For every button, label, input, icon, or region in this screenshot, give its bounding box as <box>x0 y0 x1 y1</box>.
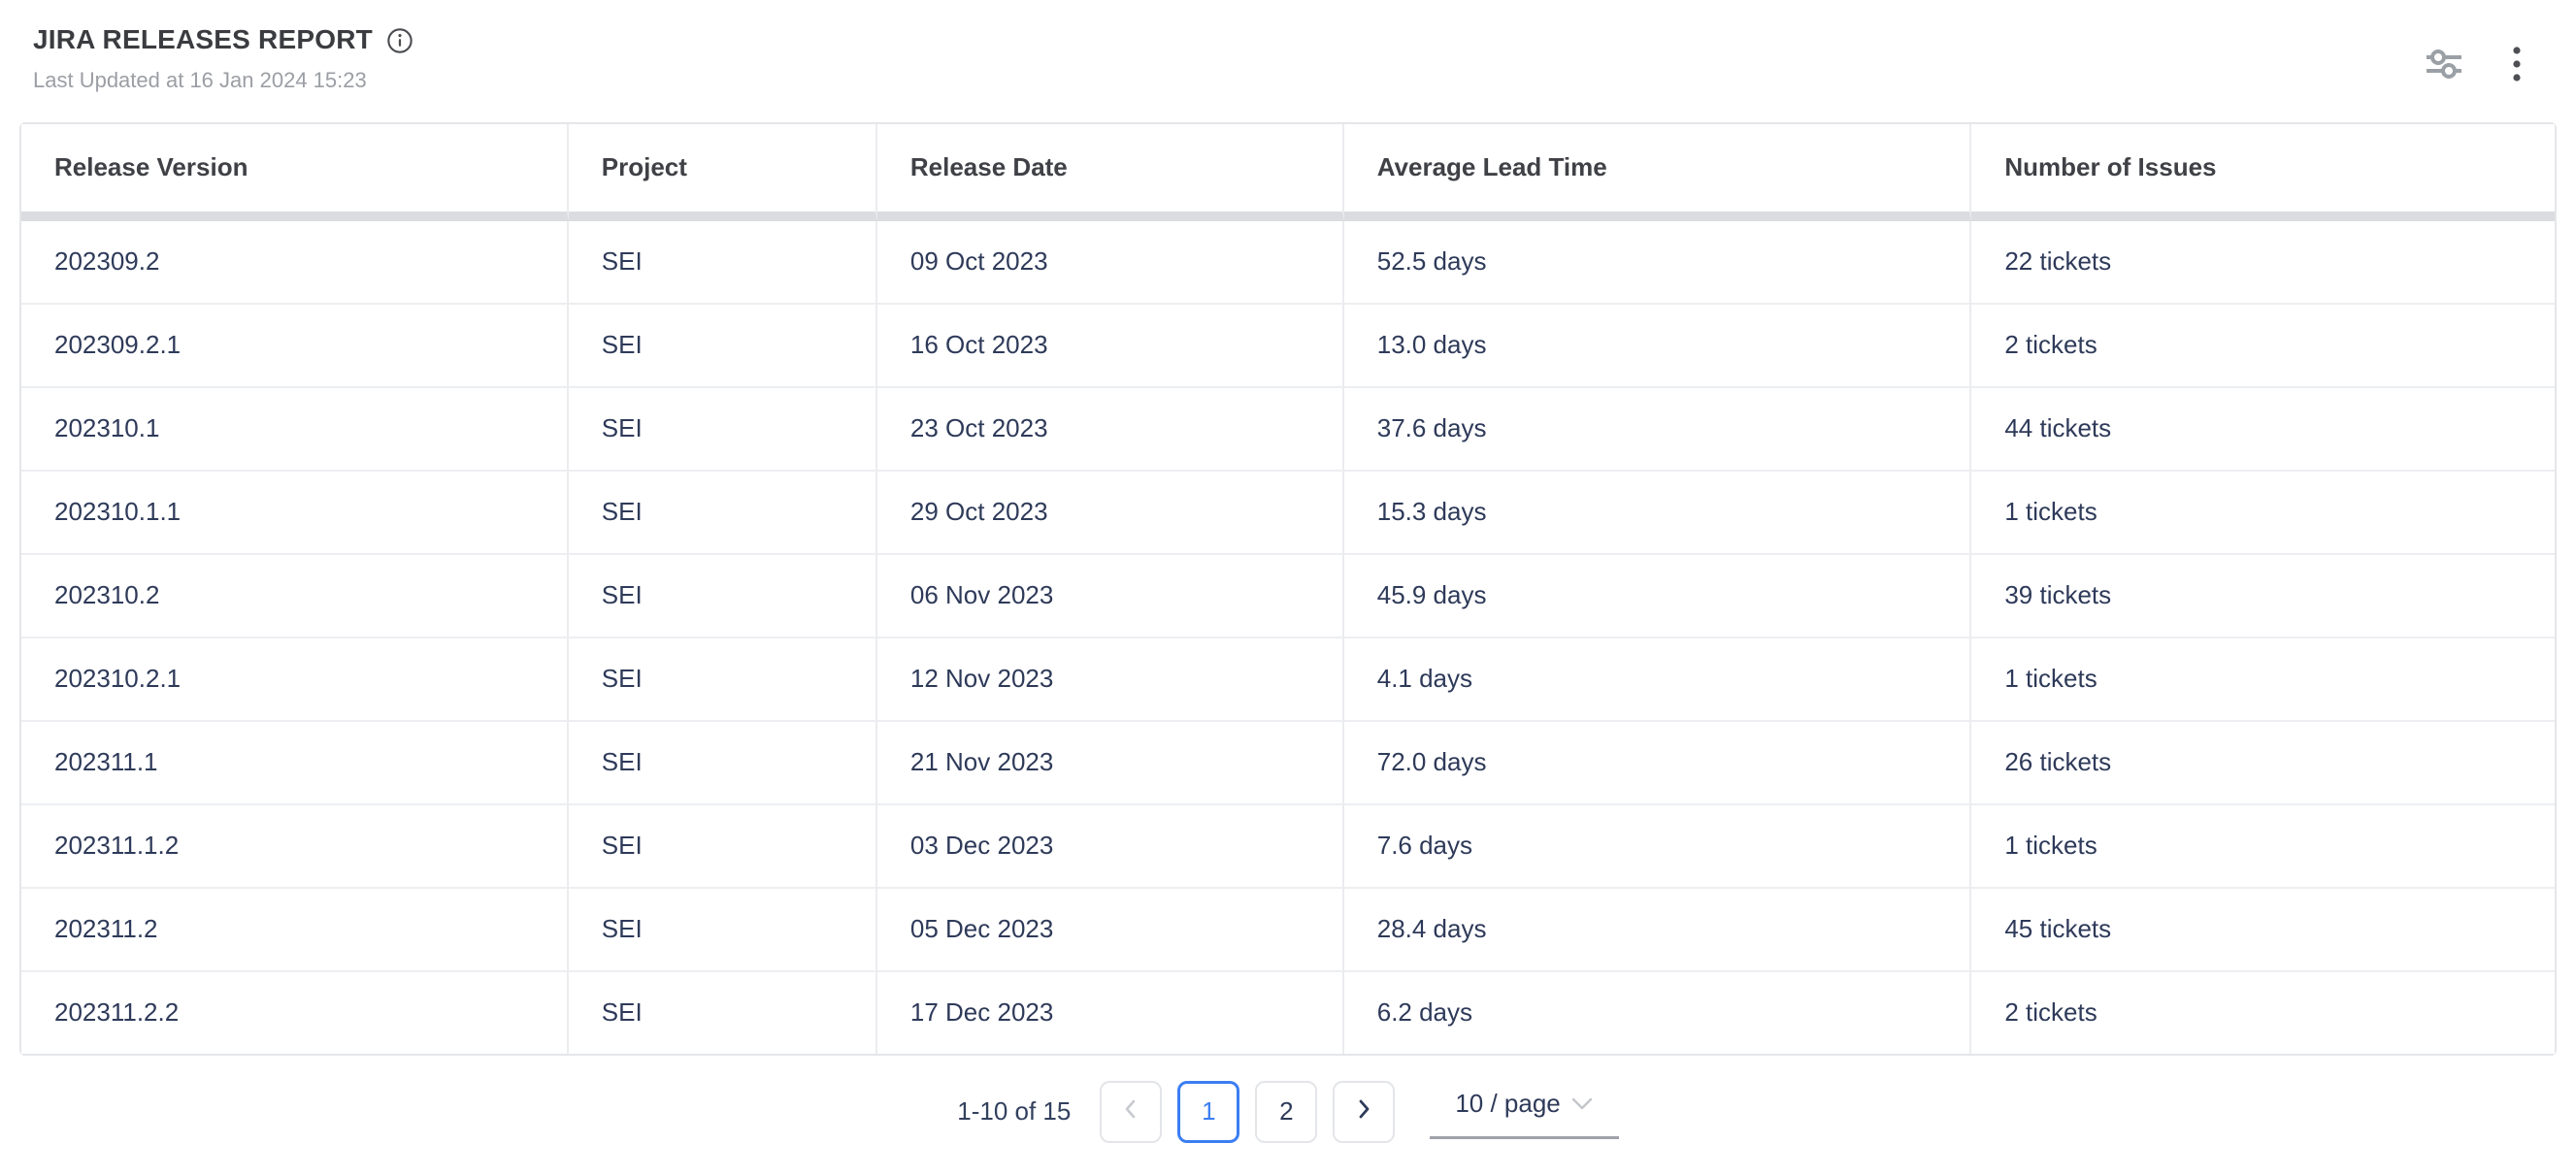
table-cell-number-of-issues: 2 tickets <box>1971 305 2555 388</box>
table-row: 202309.2.1SEI16 Oct 202313.0 days2 ticke… <box>21 305 2555 388</box>
table-cell-release-date: 12 Nov 2023 <box>877 638 1344 722</box>
table-cell-release-date: 09 Oct 2023 <box>877 221 1344 305</box>
table-cell-release-date: 23 Oct 2023 <box>877 388 1344 472</box>
table-cell-release-date: 21 Nov 2023 <box>877 722 1344 805</box>
pagination: 1-10 of 15 1 2 10 / page <box>0 1081 2576 1143</box>
table-cell-release-date: 06 Nov 2023 <box>877 555 1344 638</box>
table-cell-project: SEI <box>569 889 877 972</box>
table-cell-release-version: 202311.2.2 <box>21 972 569 1054</box>
table-cell-average-lead-time: 13.0 days <box>1344 305 1972 388</box>
table-cell-number-of-issues: 1 tickets <box>1971 638 2555 722</box>
kebab-menu-button[interactable] <box>2512 45 2522 86</box>
column-header-number-of-issues: Number of Issues <box>1971 124 2555 221</box>
table-cell-average-lead-time: 15.3 days <box>1344 472 1972 555</box>
column-header-project: Project <box>569 124 877 221</box>
column-header-average-lead-time: Average Lead Time <box>1344 124 1972 221</box>
last-updated-text: Last Updated at 16 Jan 2024 15:23 <box>33 68 2537 93</box>
table-cell-project: SEI <box>569 555 877 638</box>
table-cell-release-date: 16 Oct 2023 <box>877 305 1344 388</box>
page-size-select[interactable]: 10 / page <box>1430 1085 1618 1139</box>
table-cell-release-date: 03 Dec 2023 <box>877 805 1344 889</box>
table-cell-number-of-issues: 45 tickets <box>1971 889 2555 972</box>
table-cell-release-version: 202309.2 <box>21 221 569 305</box>
chevron-down-icon <box>1570 1089 1594 1119</box>
table-cell-project: SEI <box>569 972 877 1054</box>
table-row: 202311.1.2SEI03 Dec 20237.6 days1 ticket… <box>21 805 2555 889</box>
widget-actions <box>2425 45 2522 86</box>
chevron-left-icon <box>1120 1096 1141 1127</box>
table-cell-release-version: 202311.1.2 <box>21 805 569 889</box>
table-cell-release-version: 202311.2 <box>21 889 569 972</box>
table-cell-project: SEI <box>569 221 877 305</box>
table-cell-number-of-issues: 22 tickets <box>1971 221 2555 305</box>
table-row: 202310.1.1SEI29 Oct 202315.3 days1 ticke… <box>21 472 2555 555</box>
table-cell-average-lead-time: 52.5 days <box>1344 221 1972 305</box>
info-icon[interactable] <box>386 27 413 54</box>
table-cell-release-date: 17 Dec 2023 <box>877 972 1344 1054</box>
table-cell-number-of-issues: 44 tickets <box>1971 388 2555 472</box>
table-cell-release-version: 202309.2.1 <box>21 305 569 388</box>
page-button-2[interactable]: 2 <box>1255 1081 1317 1143</box>
prev-page-button[interactable] <box>1100 1081 1162 1143</box>
table-cell-average-lead-time: 28.4 days <box>1344 889 1972 972</box>
table-cell-average-lead-time: 37.6 days <box>1344 388 1972 472</box>
table-cell-release-version: 202311.1 <box>21 722 569 805</box>
table-cell-number-of-issues: 2 tickets <box>1971 972 2555 1054</box>
kebab-menu-icon <box>2512 45 2522 86</box>
table-row: 202310.2.1SEI12 Nov 20234.1 days1 ticket… <box>21 638 2555 722</box>
table-cell-project: SEI <box>569 805 877 889</box>
table-cell-number-of-issues: 39 tickets <box>1971 555 2555 638</box>
column-header-release-version: Release Version <box>21 124 569 221</box>
table-cell-number-of-issues: 1 tickets <box>1971 472 2555 555</box>
table-cell-release-version: 202310.1.1 <box>21 472 569 555</box>
table-cell-release-version: 202310.1 <box>21 388 569 472</box>
releases-table: Release VersionProjectRelease DateAverag… <box>19 122 2557 1056</box>
table-row: 202310.2SEI06 Nov 202345.9 days39 ticket… <box>21 555 2555 638</box>
table-cell-project: SEI <box>569 472 877 555</box>
table-cell-release-date: 29 Oct 2023 <box>877 472 1344 555</box>
table-cell-number-of-issues: 26 tickets <box>1971 722 2555 805</box>
filter-settings-button[interactable] <box>2425 48 2463 83</box>
table-cell-number-of-issues: 1 tickets <box>1971 805 2555 889</box>
table-cell-average-lead-time: 7.6 days <box>1344 805 1972 889</box>
table-cell-project: SEI <box>569 305 877 388</box>
table-row: 202311.1SEI21 Nov 202372.0 days26 ticket… <box>21 722 2555 805</box>
page-title: JIRA RELEASES REPORT <box>33 25 373 55</box>
table-cell-release-version: 202310.2.1 <box>21 638 569 722</box>
table-row: 202310.1SEI23 Oct 202337.6 days44 ticket… <box>21 388 2555 472</box>
table-cell-average-lead-time: 4.1 days <box>1344 638 1972 722</box>
table-header-row: Release VersionProjectRelease DateAverag… <box>21 124 2555 221</box>
releases-table-container: Release VersionProjectRelease DateAverag… <box>19 122 2557 1056</box>
table-cell-project: SEI <box>569 388 877 472</box>
next-page-button[interactable] <box>1333 1081 1395 1143</box>
table-row: 202311.2.2SEI17 Dec 20236.2 days2 ticket… <box>21 972 2555 1054</box>
table-cell-project: SEI <box>569 638 877 722</box>
table-cell-release-date: 05 Dec 2023 <box>877 889 1344 972</box>
widget-header: JIRA RELEASES REPORT Last Updated at 16 … <box>0 0 2576 93</box>
table-cell-release-version: 202310.2 <box>21 555 569 638</box>
table-cell-average-lead-time: 6.2 days <box>1344 972 1972 1054</box>
table-cell-project: SEI <box>569 722 877 805</box>
page-size-label: 10 / page <box>1455 1089 1560 1119</box>
table-row: 202311.2SEI05 Dec 202328.4 days45 ticket… <box>21 889 2555 972</box>
chevron-right-icon <box>1353 1096 1374 1127</box>
pagination-range: 1-10 of 15 <box>957 1096 1071 1127</box>
column-header-release-date: Release Date <box>877 124 1344 221</box>
table-cell-average-lead-time: 72.0 days <box>1344 722 1972 805</box>
table-row: 202309.2SEI09 Oct 202352.5 days22 ticket… <box>21 221 2555 305</box>
sliders-icon <box>2425 48 2463 83</box>
table-cell-average-lead-time: 45.9 days <box>1344 555 1972 638</box>
page-button-1[interactable]: 1 <box>1177 1081 1239 1143</box>
